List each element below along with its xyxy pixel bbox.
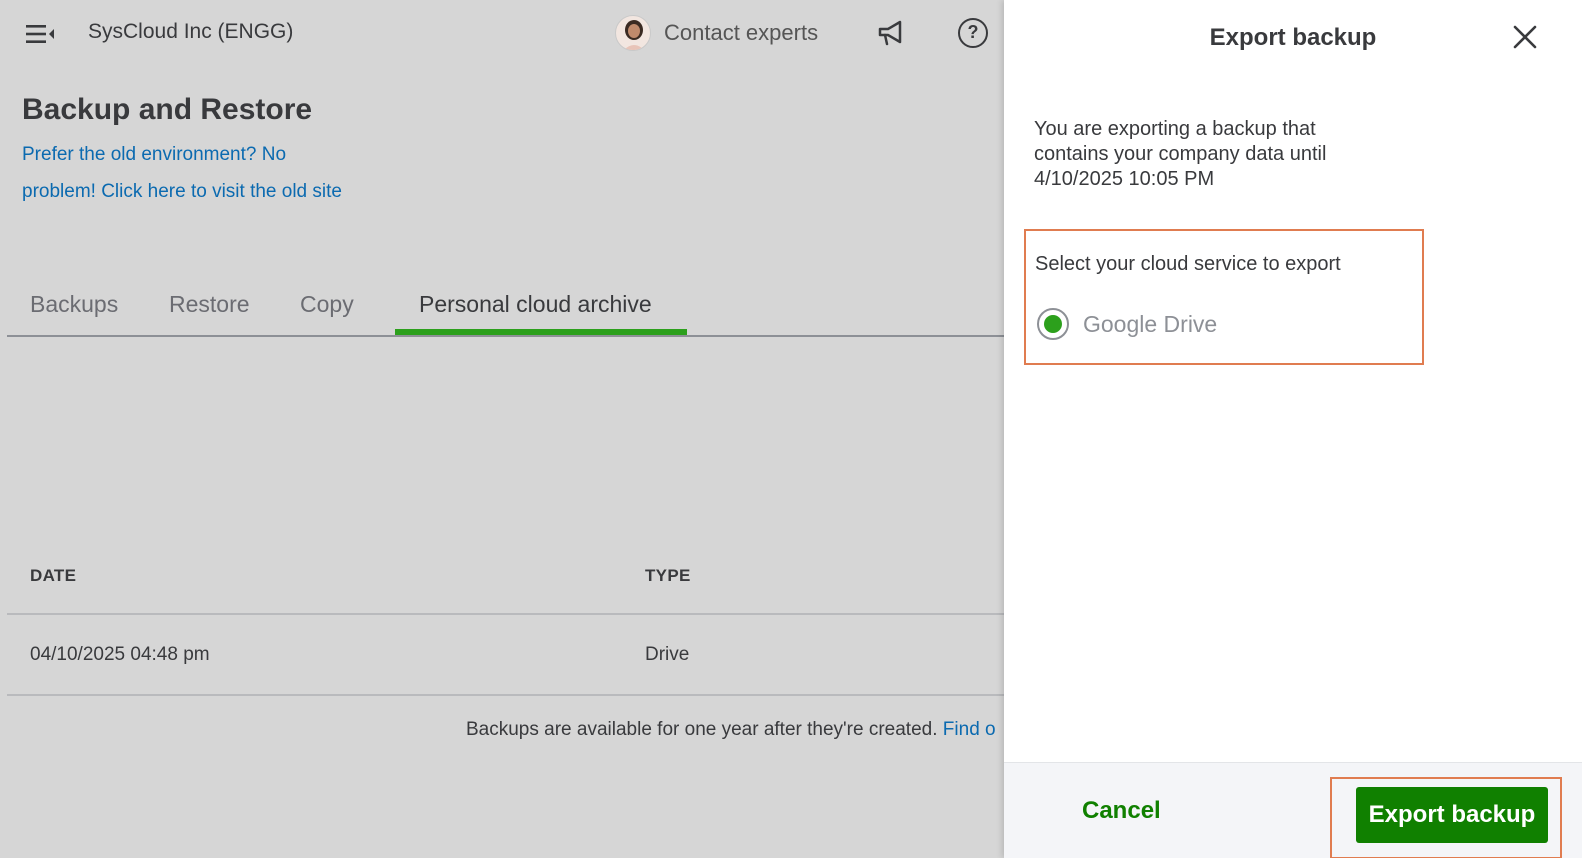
top-bar: SysCloud Inc (ENGG) Contact experts ? — [0, 0, 1014, 68]
export-backup-drawer: Export backup You are exporting a backup… — [1004, 0, 1582, 858]
cloud-service-label: Select your cloud service to export — [1035, 253, 1341, 275]
megaphone-icon[interactable] — [876, 18, 906, 48]
expert-avatar[interactable] — [615, 15, 651, 51]
help-icon[interactable]: ? — [958, 18, 988, 48]
tab-bar: Backups Restore Copy Personal cloud arch… — [7, 285, 1014, 337]
close-icon[interactable] — [1510, 22, 1540, 52]
tab-backups[interactable]: Backups — [30, 291, 118, 318]
company-name[interactable]: SysCloud Inc (ENGG) — [88, 20, 293, 44]
google-drive-radio[interactable] — [1037, 308, 1069, 340]
drawer-title: Export backup — [1209, 24, 1377, 51]
menu-collapse-icon[interactable] — [26, 22, 56, 46]
google-drive-label[interactable]: Google Drive — [1083, 311, 1217, 338]
background-page: SysCloud Inc (ENGG) Contact experts ? Ba… — [0, 0, 1014, 858]
tab-restore[interactable]: Restore — [169, 291, 250, 318]
contact-experts-link[interactable]: Contact experts — [664, 20, 818, 46]
table-row[interactable]: 04/10/2025 04:48 pm Drive — [7, 615, 1014, 696]
table-header: DATE TYPE — [7, 540, 1014, 615]
column-date[interactable]: DATE — [30, 566, 76, 586]
drawer-footer: Cancel Export backup — [1004, 762, 1582, 858]
cancel-button[interactable]: Cancel — [1082, 797, 1161, 825]
column-type[interactable]: TYPE — [645, 566, 691, 586]
export-button-highlight: Export backup — [1330, 777, 1562, 858]
person-icon — [623, 20, 645, 50]
row-date: 04/10/2025 04:48 pm — [30, 644, 210, 665]
cloud-service-selector: Select your cloud service to export Goog… — [1024, 229, 1424, 365]
row-type: Drive — [645, 644, 690, 665]
export-backup-button[interactable]: Export backup — [1356, 787, 1548, 843]
tab-copy[interactable]: Copy — [300, 291, 354, 318]
export-description: You are exporting a backup that contains… — [1034, 118, 1327, 190]
retention-note: Backups are available for one year after… — [466, 719, 996, 741]
find-out-link[interactable]: Find o — [943, 719, 996, 740]
radio-selected-dot — [1044, 315, 1062, 333]
tab-personal-cloud-archive[interactable]: Personal cloud archive — [419, 291, 652, 318]
page-title: Backup and Restore — [22, 93, 313, 126]
retention-text: Backups are available for one year after… — [466, 719, 938, 740]
old-site-link[interactable]: Prefer the old environment? No problem! … — [22, 136, 342, 210]
active-tab-indicator — [395, 329, 687, 335]
